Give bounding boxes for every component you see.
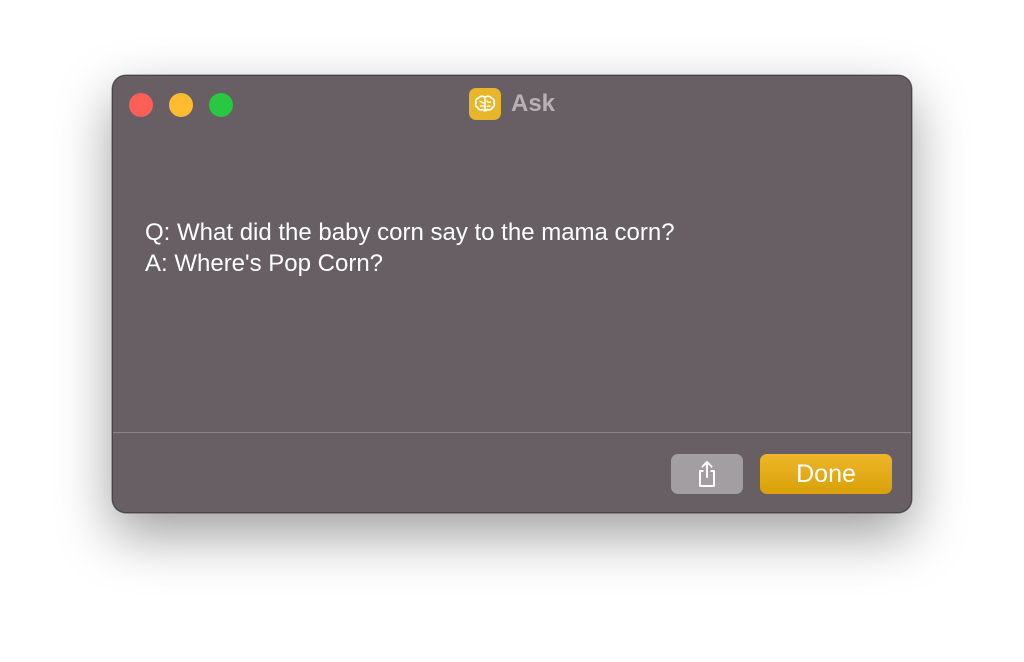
desktop-background: Ask Q: What did the baby corn say to the… [0, 0, 1024, 662]
share-icon [699, 461, 715, 487]
footer-divider [113, 432, 911, 433]
share-button[interactable] [671, 454, 743, 494]
ask-dialog-window: Ask Q: What did the baby corn say to the… [112, 75, 912, 513]
brain-icon [468, 88, 501, 120]
question-text: Q: What did the baby corn say to the mam… [145, 219, 675, 246]
done-button[interactable]: Done [760, 454, 892, 494]
message-text: Q: What did the baby corn say to the mam… [145, 217, 675, 279]
window-title: Ask [510, 90, 556, 117]
title-bar: Ask [113, 88, 911, 120]
answer-text: A: Where's Pop Corn? [145, 250, 384, 277]
